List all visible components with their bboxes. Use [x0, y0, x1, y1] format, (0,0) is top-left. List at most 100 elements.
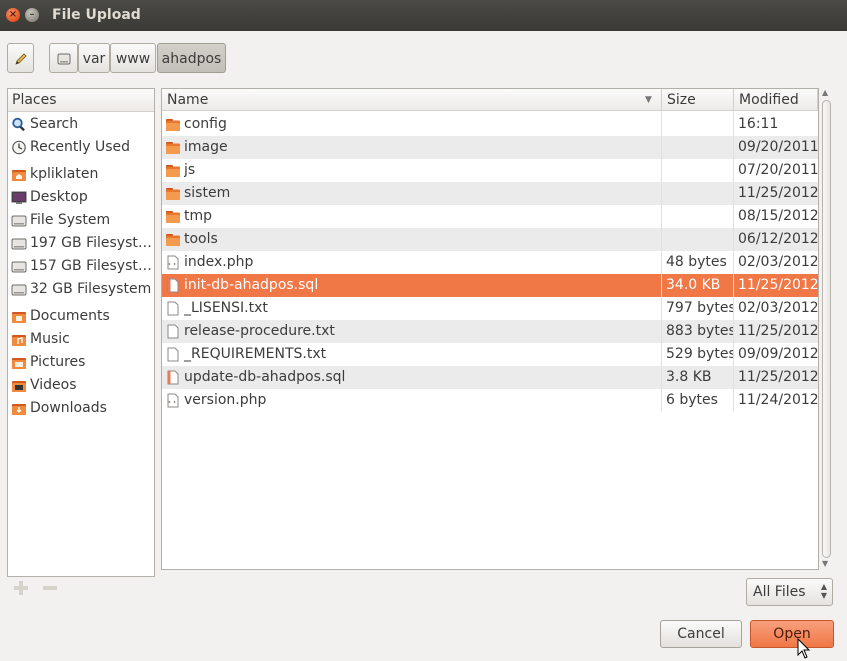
- file-modified: 07/20/2011: [738, 162, 818, 178]
- desktop-icon: [11, 190, 27, 205]
- file-filter-select[interactable]: All Files ▲ ▼: [746, 578, 833, 606]
- places-sidebar: Places Search Recently Used kpliklaten Desk…: [7, 88, 155, 577]
- sidebar-item-label: 32 GB Filesystem: [30, 281, 152, 297]
- file-row[interactable]: _REQUIREMENTS.txt 529 bytes 09/09/2012: [162, 343, 818, 366]
- file-name: image: [184, 139, 228, 155]
- sidebar-item-32-gb-filesystem[interactable]: 32 GB Filesystem: [8, 278, 154, 301]
- add-bookmark-button[interactable]: [12, 578, 30, 603]
- php-file-icon: [167, 393, 179, 408]
- updown-arrows-icon: ▲ ▼: [820, 582, 827, 600]
- php-file-icon: [165, 393, 181, 408]
- file-row[interactable]: js 07/20/2011: [162, 159, 818, 182]
- path-segment-var[interactable]: var: [78, 43, 110, 73]
- downloads-folder-icon: [12, 404, 26, 415]
- clock-icon: [11, 140, 27, 155]
- path-segment-www[interactable]: www: [110, 43, 156, 73]
- file-size: 3.8 KB: [666, 369, 712, 385]
- cancel-button[interactable]: Cancel: [660, 620, 742, 648]
- file-modified: 11/25/2012: [738, 323, 818, 339]
- file-modified: 06/12/2012: [738, 231, 818, 247]
- edit-location-button[interactable]: [7, 43, 34, 73]
- file-size: 6 bytes: [666, 392, 718, 408]
- file-row[interactable]: image 09/20/2011: [162, 136, 818, 159]
- size-column-header[interactable]: Size: [662, 89, 734, 111]
- folder-icon: [165, 117, 181, 132]
- documents-folder-icon: [11, 309, 27, 324]
- drive-icon: [11, 236, 27, 251]
- close-window-button[interactable]: ×: [6, 8, 20, 22]
- drive-icon: [11, 261, 27, 273]
- remove-bookmark-button[interactable]: [41, 578, 59, 603]
- file-row[interactable]: config 16:11: [162, 113, 818, 136]
- file-list-scrollbar[interactable]: ▲ ▼: [820, 88, 833, 570]
- pictures-folder-icon: [12, 358, 26, 369]
- sidebar-item-file-system[interactable]: File System: [8, 209, 154, 232]
- sidebar-item-label: kpliklaten: [30, 166, 99, 182]
- drive-icon: [57, 53, 70, 65]
- text-file-icon: [167, 324, 179, 339]
- file-row[interactable]: index.php 48 bytes 02/03/2012: [162, 251, 818, 274]
- path-root-button[interactable]: [49, 43, 78, 73]
- drive-icon: [11, 284, 27, 296]
- file-row[interactable]: sistem 11/25/2012: [162, 182, 818, 205]
- pencil-icon: [14, 53, 27, 65]
- open-button[interactable]: Open: [750, 620, 834, 648]
- sidebar-item-music[interactable]: Music: [8, 328, 154, 351]
- sidebar-item-label: 157 GB Filesyst…: [30, 258, 152, 274]
- text-file-icon: [165, 301, 181, 316]
- file-modified: 09/09/2012: [738, 346, 818, 362]
- size-column-label: Size: [667, 92, 696, 108]
- folder-icon: [166, 142, 180, 154]
- sidebar-item-157-gb-filesyst[interactable]: 157 GB Filesyst…: [8, 255, 154, 278]
- file-row[interactable]: version.php 6 bytes 11/24/2012: [162, 389, 818, 412]
- sidebar-item-label: 197 GB Filesyst…: [30, 235, 152, 251]
- file-name: js: [184, 162, 196, 178]
- sidebar-item-desktop[interactable]: Desktop: [8, 186, 154, 209]
- php-file-icon: [165, 255, 181, 270]
- title-bar: × – File Upload: [0, 0, 847, 31]
- scroll-up-arrow[interactable]: ▲: [822, 88, 828, 97]
- scrollbar-thumb[interactable]: [822, 100, 831, 558]
- text-file-icon: [167, 301, 179, 316]
- file-size: 797 bytes: [666, 300, 734, 316]
- file-size: [666, 136, 734, 159]
- folder-icon: [166, 119, 180, 131]
- file-modified: 16:11: [738, 116, 779, 132]
- sidebar-item-recently-used[interactable]: Recently Used: [8, 136, 154, 159]
- file-row[interactable]: init-db-ahadpos.sql 34.0 KB 11/25/2012: [162, 274, 818, 297]
- file-modified: 09/20/2011: [738, 139, 818, 155]
- text-file-icon: [165, 324, 181, 339]
- file-row[interactable]: update-db-ahadpos.sql 3.8 KB 11/25/2012: [162, 366, 818, 389]
- column-divider: [733, 111, 734, 411]
- scroll-down-arrow[interactable]: ▼: [822, 559, 828, 568]
- file-name: tools: [184, 231, 218, 247]
- sidebar-item-search[interactable]: Search: [8, 113, 154, 136]
- file-modified: 11/25/2012: [738, 277, 818, 293]
- sidebar-item-kpliklaten[interactable]: kpliklaten: [8, 163, 154, 186]
- file-modified: 11/25/2012: [738, 185, 818, 201]
- drive-icon: [11, 259, 27, 274]
- folder-icon: [166, 188, 180, 200]
- mouse-cursor-icon: [797, 638, 811, 659]
- music-folder-icon: [11, 332, 27, 347]
- file-row[interactable]: tmp 08/15/2012: [162, 205, 818, 228]
- file-row[interactable]: release-procedure.txt 883 bytes 11/25/2012: [162, 320, 818, 343]
- file-modified: 11/25/2012: [738, 369, 818, 385]
- sidebar-item-pictures[interactable]: Pictures: [8, 351, 154, 374]
- file-row[interactable]: _LISENSI.txt 797 bytes 02/03/2012: [162, 297, 818, 320]
- sidebar-item-videos[interactable]: Videos: [8, 374, 154, 397]
- sidebar-item-downloads[interactable]: Downloads: [8, 397, 154, 420]
- file-name: index.php: [184, 254, 254, 270]
- path-segment-ahadpos[interactable]: ahadpos: [157, 43, 226, 73]
- sidebar-item-label: File System: [30, 212, 111, 228]
- file-row[interactable]: tools 06/12/2012: [162, 228, 818, 251]
- file-size: [666, 182, 734, 205]
- sidebar-item-197-gb-filesyst[interactable]: 197 GB Filesyst…: [8, 232, 154, 255]
- modified-column-header[interactable]: Modified: [734, 89, 818, 111]
- name-column-header[interactable]: Name ▼: [162, 89, 662, 111]
- file-modified: 02/03/2012: [738, 254, 818, 270]
- sidebar-item-documents[interactable]: Documents: [8, 305, 154, 328]
- minimize-window-button[interactable]: –: [25, 8, 39, 22]
- search-icon: [12, 117, 25, 132]
- downloads-folder-icon: [11, 401, 27, 416]
